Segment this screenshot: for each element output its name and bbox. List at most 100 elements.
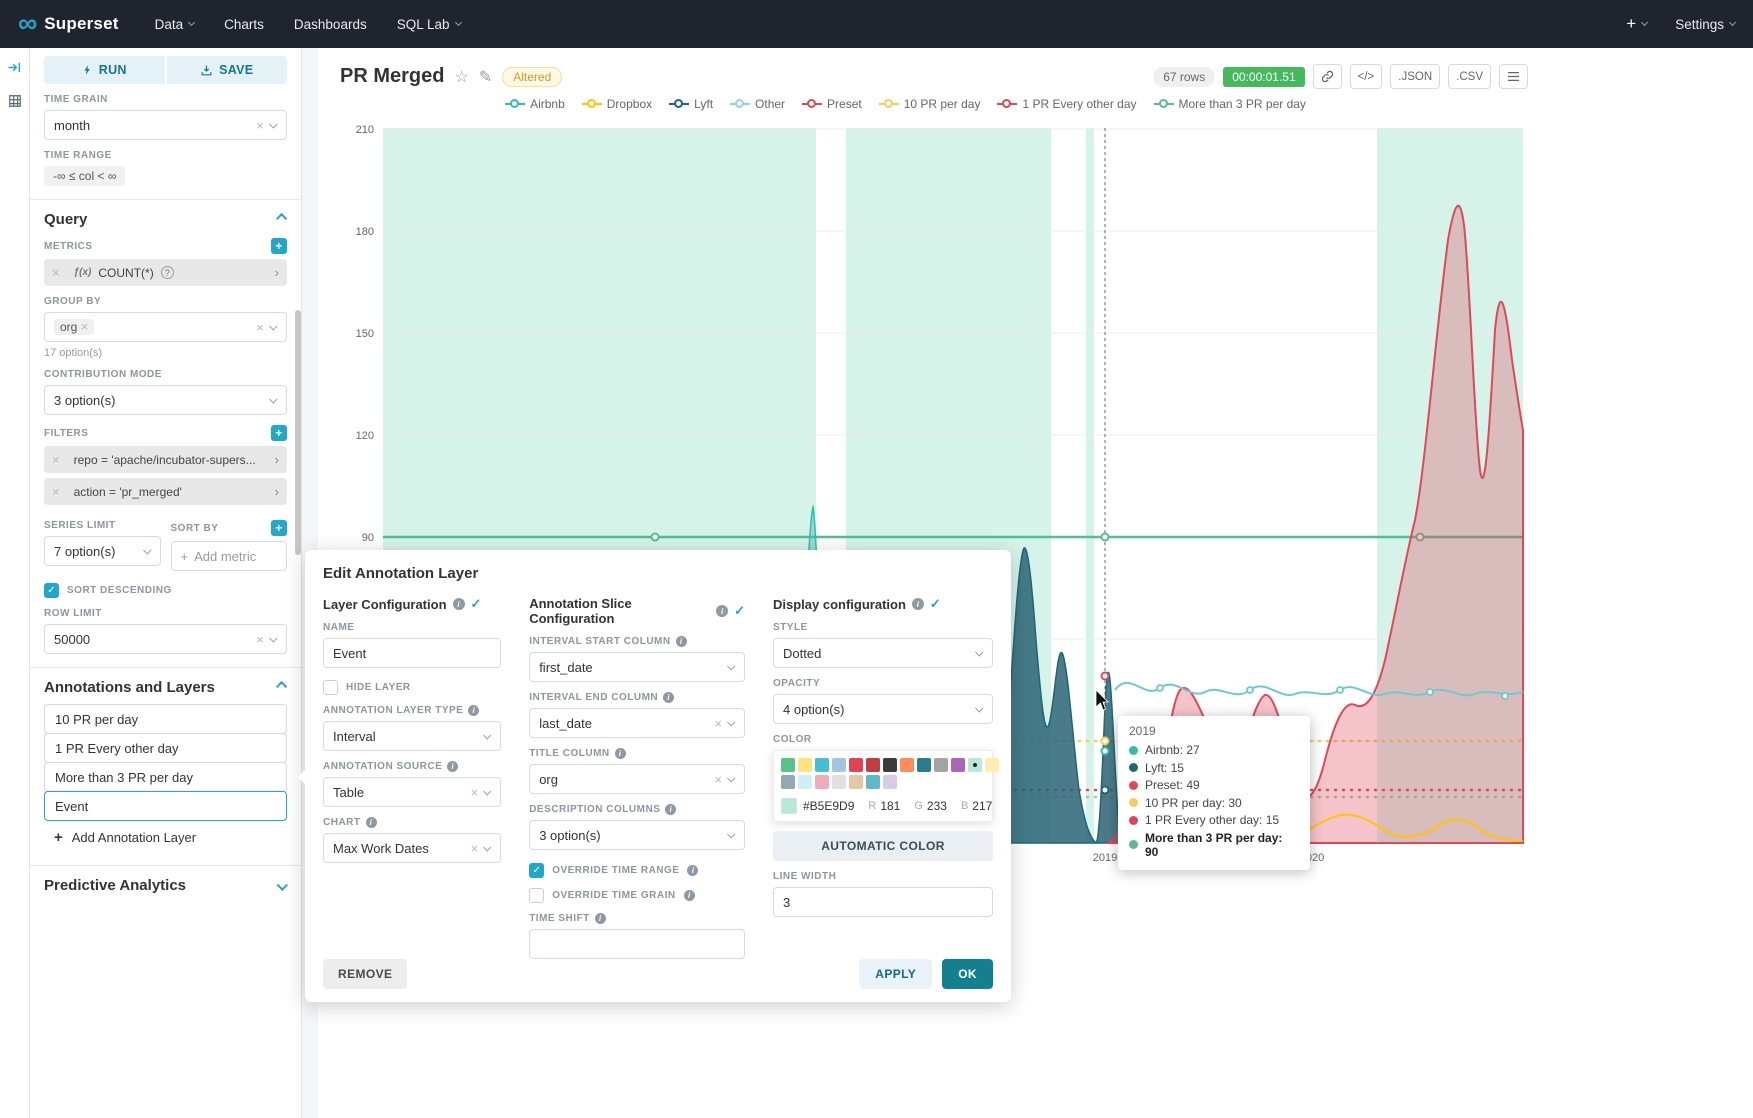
run-button[interactable]: RUN [44,56,167,84]
share-link-button[interactable] [1313,64,1342,89]
embed-code-button[interactable]: </> [1350,64,1383,89]
add-sort-metric-button[interactable]: + [271,520,287,536]
annotation-layer-item[interactable]: 1 PR Every other day [44,733,287,763]
title-column-select[interactable]: org × [529,764,745,794]
info-icon[interactable]: i [665,804,676,815]
color-swatch[interactable] [849,775,863,789]
info-icon[interactable]: i [676,636,687,647]
annotation-layer-item[interactable]: 10 PR per day [44,704,287,734]
remove-filter-icon[interactable]: × [52,485,60,498]
hide-layer-checkbox-row[interactable]: HIDE LAYER [323,680,501,695]
color-swatch[interactable] [900,758,914,772]
nav-item-dashboards[interactable]: Dashboards [294,17,367,32]
color-swatch[interactable] [849,758,863,772]
nav-item-sql-lab[interactable]: SQL Lab [397,17,461,32]
remove-chip-icon[interactable]: × [81,319,89,334]
apply-button[interactable]: APPLY [859,959,932,989]
time-range-value[interactable]: -∞ ≤ col < ∞ [44,166,125,186]
remove-button[interactable]: REMOVE [323,959,407,989]
sidebar-scrollbar[interactable] [295,310,301,555]
color-swatch[interactable] [883,775,897,789]
ok-button[interactable]: OK [942,959,993,989]
remove-metric-icon[interactable]: × [52,266,60,279]
style-select[interactable]: Dotted [773,638,993,668]
annotation-layer-type-select[interactable]: Interval [323,721,501,751]
interval-end-select[interactable]: last_date × [529,708,745,738]
clear-icon[interactable]: × [471,842,479,855]
time-grain-select[interactable]: month × [44,110,287,140]
color-swatch[interactable] [934,758,948,772]
color-swatch[interactable] [815,758,829,772]
rgb-g-field[interactable]: G233 [914,799,947,813]
color-swatch[interactable] [866,758,880,772]
clear-icon[interactable]: × [256,119,264,132]
info-icon[interactable]: i [468,705,479,716]
clear-icon[interactable]: × [714,717,722,730]
remove-filter-icon[interactable]: × [52,453,60,466]
color-swatch[interactable] [917,758,931,772]
chart-select[interactable]: Max Work Dates × [323,833,501,863]
clear-icon[interactable]: × [714,773,722,786]
predictive-section-header[interactable]: Predictive Analytics [44,877,287,894]
chart-menu-button[interactable] [1499,64,1528,89]
favorite-star-icon[interactable]: ☆ [454,67,468,87]
override-time-grain-checkbox-row[interactable]: OVERRIDE TIME GRAIN i [529,888,745,903]
color-swatch[interactable] [781,758,795,772]
datasource-grid-icon[interactable] [8,94,22,113]
info-icon[interactable]: i [366,817,377,828]
filter-chip[interactable]: × action = 'pr_merged' › [44,478,287,505]
description-columns-select[interactable]: 3 option(s) [529,820,745,850]
expand-panel-icon[interactable] [7,60,22,80]
nav-item-charts[interactable]: Charts [224,17,264,32]
annotation-layer-item[interactable]: More than 3 PR per day [44,762,287,792]
clear-icon[interactable]: × [256,633,264,646]
group-by-select[interactable]: org × × [44,312,287,342]
superset-logo[interactable]: ∞ Superset [18,13,119,35]
annotation-layer-item-selected[interactable]: Event [44,791,287,821]
color-swatch[interactable] [798,758,812,772]
info-icon[interactable]: i [453,598,465,610]
color-hex-value[interactable]: #B5E9D9 [803,799,854,813]
edit-properties-icon[interactable]: ✎ [479,67,492,87]
filter-chip[interactable]: × repo = 'apache/incubator-supers... › [44,446,287,473]
automatic-color-button[interactable]: AUTOMATIC COLOR [773,831,993,861]
color-swatch[interactable] [985,758,999,772]
checkbox-unchecked-icon[interactable] [323,680,338,695]
export-json-button[interactable]: .JSON [1390,64,1440,89]
rgb-b-field[interactable]: B217 [961,799,992,813]
metric-chip[interactable]: × ƒ(x) COUNT(*) ? › [44,259,287,286]
group-by-chip[interactable]: org × [54,319,94,335]
info-icon[interactable]: i [595,913,606,924]
opacity-select[interactable]: 4 option(s) [773,694,993,724]
add-filter-button[interactable]: + [271,425,287,441]
color-swatch[interactable] [866,775,880,789]
nav-item-data[interactable]: Data [155,17,195,32]
new-menu-button[interactable]: + [1626,14,1647,34]
info-icon[interactable]: i [912,598,924,610]
contribution-mode-select[interactable]: 3 option(s) [44,385,287,415]
color-swatch[interactable] [883,758,897,772]
add-annotation-layer-button[interactable]: + Add Annotation Layer [44,822,287,852]
info-icon[interactable]: i [663,692,674,703]
query-section-header[interactable]: Query [44,211,287,228]
time-shift-input[interactable] [529,929,745,959]
info-icon[interactable]: i [447,761,458,772]
annotations-section-header[interactable]: Annotations and Layers [44,679,287,696]
interval-start-select[interactable]: first_date [529,652,745,682]
export-csv-button[interactable]: .CSV [1448,64,1491,89]
save-button[interactable]: SAVE [167,56,288,84]
override-time-range-checkbox-row[interactable]: ✓ OVERRIDE TIME RANGE i [529,863,745,878]
info-icon[interactable]: i [716,605,728,617]
info-icon[interactable]: i [684,890,695,901]
checkbox-checked-icon[interactable]: ✓ [44,583,59,598]
color-swatch[interactable] [832,758,846,772]
annotation-source-select[interactable]: Table × [323,777,501,807]
checkbox-checked-icon[interactable]: ✓ [529,863,544,878]
color-swatch[interactable] [781,775,795,789]
sort-by-field[interactable]: + Add metric [171,541,288,571]
sort-descending-checkbox-row[interactable]: ✓ SORT DESCENDING [44,583,287,598]
color-swatch[interactable] [951,758,965,772]
rgb-r-field[interactable]: R181 [868,799,900,813]
clear-icon[interactable]: × [256,321,264,334]
info-icon[interactable]: i [615,748,626,759]
